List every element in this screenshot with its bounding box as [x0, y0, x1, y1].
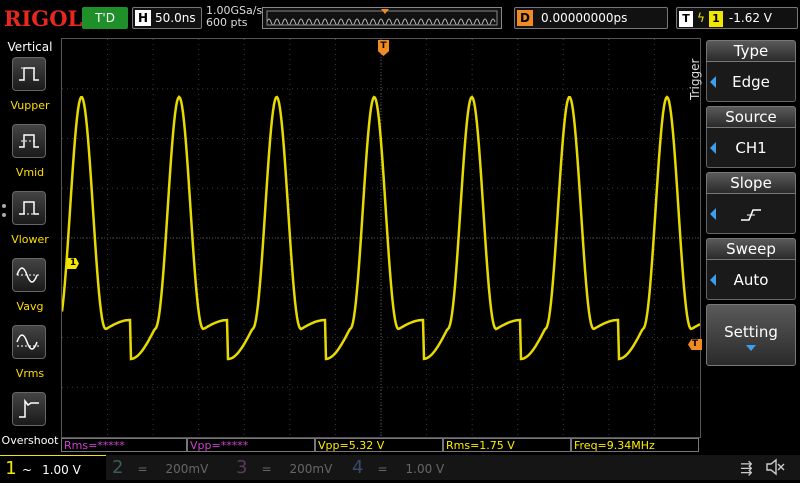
ch4-tab[interactable]: 4 = 1.00 V: [352, 455, 468, 480]
ch1-scale: 1.00 V: [42, 463, 81, 477]
timebase-value: 50.0ns: [155, 11, 196, 25]
vlower-label: Vlower: [11, 233, 49, 246]
ch4-scale: 1.00 V: [405, 462, 445, 476]
vlower-icon: [19, 201, 39, 215]
measurement-item[interactable]: Freq=9.34MHz: [571, 438, 699, 452]
vavg-button[interactable]: [12, 258, 46, 292]
waveform-display[interactable]: [60, 38, 701, 438]
slope-header: Slope: [706, 172, 796, 194]
ch2-number: 2: [112, 457, 124, 478]
delay-key: D: [517, 10, 533, 26]
arrow-left-icon: [710, 142, 716, 154]
arrow-left-icon: [710, 274, 716, 286]
vrms-button[interactable]: [12, 325, 46, 359]
measurement-item[interactable]: Vpp=*****: [187, 438, 315, 452]
memory-depth: 600 pts: [206, 16, 248, 29]
measurement-item[interactable]: Vpp=5.32 V: [315, 438, 443, 452]
page-dot: [2, 204, 6, 208]
mute-speaker-icon[interactable]: [764, 457, 786, 481]
ch3-number: 3: [236, 457, 248, 478]
sweep-option[interactable]: Auto: [706, 260, 796, 300]
vrms-label: Vrms: [15, 367, 45, 380]
type-option[interactable]: Edge: [706, 62, 796, 102]
vavg-icon: [16, 267, 41, 283]
overshoot-icon: [19, 398, 39, 418]
ch3-tab[interactable]: 3 = 200mV: [236, 455, 352, 480]
measurement-text: Rms=*****: [64, 439, 125, 452]
overshoot-label: Overshoot: [1, 434, 59, 447]
measurement-text: Vpp=5.32 V: [318, 439, 385, 452]
vmid-button[interactable]: [12, 124, 46, 158]
trigger-menu-title: Trigger: [688, 58, 702, 100]
sweep-value: Auto: [733, 271, 769, 289]
acquisition-info: 1.00GSa/s 600 pts: [206, 5, 262, 29]
ch3-scale: 200mV: [289, 462, 333, 476]
type-value: Edge: [732, 73, 770, 91]
memory-overview[interactable]: [262, 7, 502, 29]
overshoot-button[interactable]: [12, 392, 46, 426]
delay-readout[interactable]: D 0.00000000ps: [514, 7, 668, 29]
source-header: Source: [706, 106, 796, 128]
ch1-number: 1: [5, 458, 17, 479]
vmid-label: Vmid: [15, 166, 45, 179]
ch2-scale: 200mV: [165, 462, 209, 476]
measurement-item[interactable]: Rms=1.75 V: [443, 438, 571, 452]
usb-icon: ⇶: [740, 459, 753, 477]
rising-edge-icon: [741, 208, 761, 221]
lightning-icon: ϟ: [697, 11, 705, 25]
ch1-tab[interactable]: 1 ~1.00 V: [0, 455, 106, 480]
top-status-bar: RIGOL T'D H 50.0ns 1.00GSa/s 600 pts D 0.0…: [0, 0, 800, 38]
menu-title: Vertical: [7, 40, 53, 54]
vavg-label: Vavg: [16, 300, 44, 313]
vupper-label: Vupper: [10, 99, 50, 112]
trigger-level: -1.62 V: [728, 11, 772, 25]
brand-logo: RIGOL: [4, 6, 83, 31]
ch1-coupling: ~: [22, 463, 33, 477]
ch2-coupling: =: [137, 462, 148, 476]
ch2-tab[interactable]: 2 = 200mV: [112, 455, 228, 480]
memory-waveform-icon: [266, 9, 498, 26]
setting-label: Setting: [724, 323, 778, 341]
measurement-text: Rms=1.75 V: [446, 439, 515, 452]
ch4-number: 4: [352, 457, 364, 478]
arrow-left-icon: [710, 76, 716, 88]
vupper-button[interactable]: [12, 57, 46, 91]
ch3-coupling: =: [261, 462, 272, 476]
arrow-left-icon: [710, 208, 716, 220]
measurement-text: Freq=9.34MHz: [574, 439, 655, 452]
setting-button[interactable]: Setting: [706, 304, 796, 366]
vupper-icon: [19, 67, 39, 81]
graticule: [60, 39, 701, 437]
slope-option[interactable]: [706, 194, 796, 234]
timebase-readout[interactable]: H 50.0ns: [132, 7, 202, 29]
trigger-readout[interactable]: Tϟ 1 -1.62 V: [676, 7, 798, 29]
vrms-icon: [16, 334, 41, 350]
trigger-channel: 1: [708, 11, 723, 27]
ch4-coupling: =: [377, 462, 388, 476]
trigger-key: T: [679, 11, 693, 27]
timebase-key: H: [135, 10, 151, 26]
delay-value: 0.00000000ps: [541, 11, 628, 25]
chevron-down-icon: [746, 345, 756, 351]
measurement-text: Vpp=*****: [190, 439, 249, 452]
run-state-badge[interactable]: T'D: [82, 7, 128, 29]
type-header: Type: [706, 40, 796, 62]
source-value: CH1: [735, 139, 767, 157]
source-option[interactable]: CH1: [706, 128, 796, 168]
vlower-button[interactable]: [12, 191, 46, 225]
sweep-header: Sweep: [706, 238, 796, 260]
page-dot: [2, 213, 6, 217]
vmid-icon: [19, 134, 39, 148]
measurement-item[interactable]: Rms=*****: [61, 438, 187, 452]
